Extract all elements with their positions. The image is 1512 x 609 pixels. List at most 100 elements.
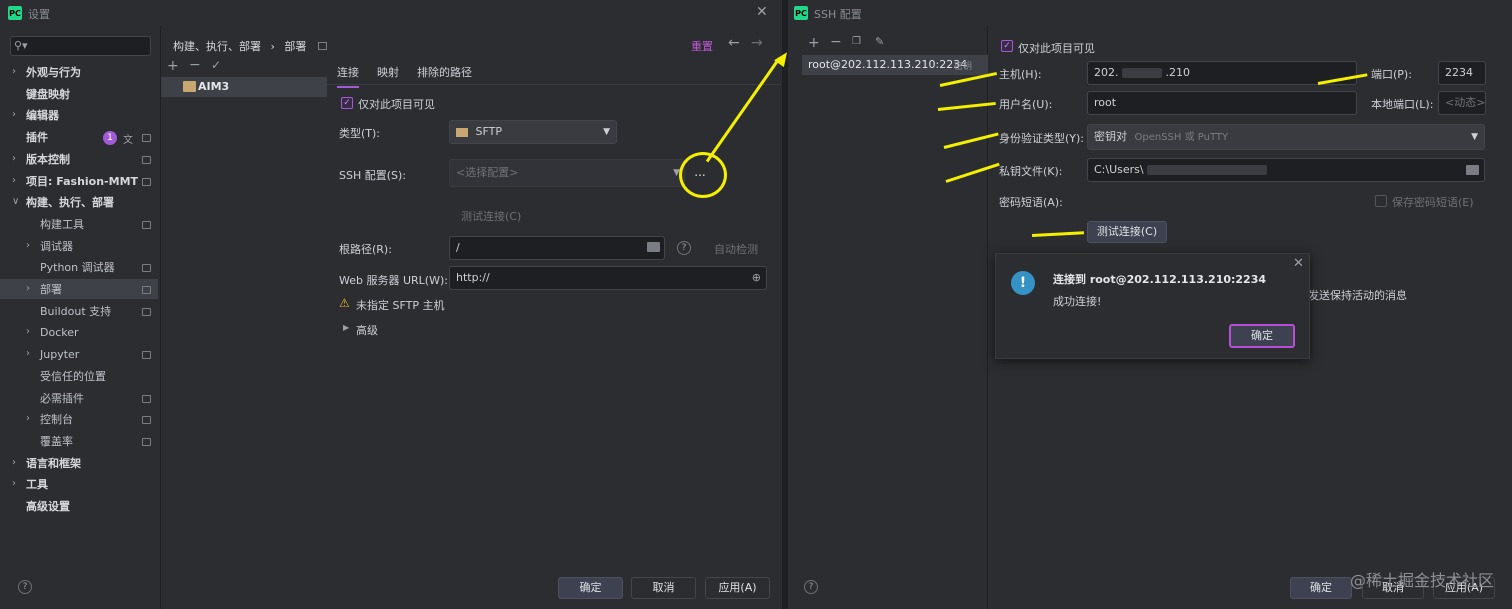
sidebar-item[interactable]: Buildout 支持	[40, 302, 111, 322]
visible-only-checkbox[interactable]: ✓	[341, 97, 353, 109]
breadcrumb-item[interactable]: 部署	[284, 40, 306, 53]
folder-icon[interactable]	[1466, 165, 1479, 175]
ssh-visible-only-label: 仅对此项目可见	[1018, 42, 1095, 55]
type-select-value: SFTP	[475, 125, 502, 138]
host-input[interactable]: 202. .210	[1087, 61, 1357, 85]
sidebar-item[interactable]: 外观与行为	[26, 63, 81, 83]
settings-apply-button[interactable]: 应用(A)	[705, 577, 770, 599]
project-scope-icon	[142, 307, 151, 316]
sidebar-item[interactable]: 版本控制	[26, 150, 70, 170]
chevron-right-icon[interactable]: ›	[26, 240, 30, 251]
chevron-right-icon[interactable]: ›	[12, 478, 16, 489]
save-passphrase-checkbox[interactable]	[1375, 195, 1387, 207]
dialog-ok-button[interactable]: 确定	[1229, 324, 1295, 348]
back-arrow-icon[interactable]: ←	[728, 35, 740, 51]
breadcrumb-item[interactable]: 构建、执行、部署	[173, 40, 261, 53]
web-url-value: http://	[456, 271, 490, 284]
chevron-right-icon[interactable]: ›	[26, 348, 30, 359]
ssh-config-select[interactable]: <选择配置> ▼	[449, 159, 685, 187]
root-path-help-icon[interactable]: ?	[677, 241, 691, 255]
project-scope-icon	[142, 220, 151, 229]
type-select[interactable]: SFTP ▼	[449, 120, 617, 144]
advanced-expand-icon[interactable]: ▶	[343, 323, 349, 332]
ssh-config-list-item[interactable]: root@202.112.113.210:2234 密钥	[802, 55, 988, 75]
annotation-circle	[679, 152, 727, 198]
tab-mappings[interactable]: 映射	[377, 64, 399, 80]
help-icon[interactable]: ?	[804, 580, 818, 594]
ssh-title-bar: PC SSH 配置	[788, 0, 1512, 26]
settings-ok-button[interactable]: 确定	[558, 577, 623, 599]
test-connection-button[interactable]: 测试连接(C)	[461, 208, 521, 224]
sidebar-item[interactable]: 构建工具	[40, 215, 84, 235]
port-input[interactable]: 2234	[1438, 61, 1486, 85]
sidebar-item[interactable]: 必需插件	[40, 389, 84, 409]
chevron-right-icon[interactable]: ›	[12, 457, 16, 468]
reset-link[interactable]: 重置	[691, 38, 713, 54]
ssh-config-item-tag: 密钥	[954, 62, 973, 72]
sidebar-item[interactable]: Docker	[40, 323, 79, 343]
sidebar-item[interactable]: 编辑器	[26, 106, 59, 126]
auth-type-select[interactable]: 密钥对 OpenSSH 或 PuTTY ▼	[1087, 124, 1485, 150]
edit-config-icon[interactable]: ✎	[875, 35, 884, 48]
web-url-input[interactable]: http:// ⊕	[449, 266, 767, 290]
translate-icon: 文	[123, 135, 133, 147]
settings-title: 设置	[28, 8, 50, 21]
advanced-label[interactable]: 高级	[356, 322, 378, 338]
local-port-input[interactable]: <动态>	[1438, 91, 1486, 115]
chevron-right-icon[interactable]: ›	[26, 413, 30, 424]
sidebar-item[interactable]: 插件	[26, 128, 48, 148]
remove-config-icon[interactable]: −	[830, 34, 842, 50]
warning-text: 未指定 SFTP 主机	[356, 299, 445, 312]
add-config-icon[interactable]: +	[808, 35, 820, 51]
ssh-list-panel: + − ❐ ✎ root@202.112.113.210:2234 密钥 ?	[788, 26, 988, 609]
add-server-icon[interactable]: +	[167, 58, 179, 74]
sidebar-item[interactable]: Python 调试器	[40, 258, 115, 278]
key-file-input[interactable]: C:\Users\	[1087, 158, 1485, 182]
remove-server-icon[interactable]: −	[189, 57, 201, 73]
auto-detect-button[interactable]: 自动检测	[714, 241, 758, 257]
warning-icon: ⚠	[339, 296, 350, 310]
sidebar-item[interactable]: 项目: Fashion-MMT	[26, 172, 138, 192]
sidebar-item[interactable]: 控制台	[40, 410, 73, 430]
sidebar-item[interactable]: 工具	[26, 475, 48, 495]
ssh-ok-button[interactable]: 确定	[1290, 577, 1352, 599]
help-icon[interactable]: ?	[18, 580, 32, 594]
dialog-close-icon[interactable]: ✕	[1293, 256, 1304, 271]
settings-title-bar: PC 设置 ✕	[0, 0, 782, 26]
root-path-input[interactable]: /	[449, 236, 665, 260]
forward-arrow-icon[interactable]: →	[751, 35, 763, 51]
chevron-down-icon[interactable]: ∨	[12, 196, 19, 207]
chevron-right-icon[interactable]: ›	[12, 109, 16, 120]
server-list-item[interactable]: AIM3	[161, 77, 327, 97]
folder-icon[interactable]	[647, 242, 660, 252]
chevron-right-icon[interactable]: ›	[26, 283, 30, 294]
sidebar-item[interactable]: 覆盖率	[40, 432, 73, 452]
copy-config-icon[interactable]: ❐	[852, 36, 861, 47]
settings-close-icon[interactable]: ✕	[756, 4, 768, 20]
username-input[interactable]: root	[1087, 91, 1357, 115]
tab-excluded-paths[interactable]: 排除的路径	[417, 64, 472, 80]
chevron-right-icon[interactable]: ›	[26, 326, 30, 337]
sidebar-item[interactable]: 调试器	[40, 237, 73, 257]
chevron-right-icon[interactable]: ›	[12, 175, 16, 186]
sidebar-item[interactable]: Jupyter	[40, 345, 79, 365]
set-default-icon[interactable]: ✓	[211, 58, 221, 72]
sidebar-item[interactable]: 语言和框架	[26, 454, 81, 474]
sidebar-item[interactable]: 高级设置	[26, 497, 70, 517]
settings-window: PC 设置 ✕ ⚲▾ › 外观与行为 键盘映射 › 编辑器 插件 1 文 › 版本控制 › 项目: F…	[0, 0, 782, 609]
sidebar-item[interactable]: 键盘映射	[26, 85, 70, 105]
globe-icon[interactable]: ⊕	[752, 267, 761, 289]
project-scope-icon	[142, 264, 151, 273]
chevron-right-icon[interactable]: ›	[12, 66, 16, 77]
sidebar-item[interactable]: 部署	[40, 280, 62, 300]
ssh-visible-only-checkbox[interactable]: ✓	[1001, 40, 1013, 52]
sidebar-item[interactable]: 受信任的位置	[40, 367, 106, 387]
breadcrumb-separator: ›	[270, 40, 275, 53]
settings-search-input[interactable]: ⚲▾	[10, 36, 151, 56]
sidebar-item[interactable]: 构建、执行、部署	[26, 193, 114, 213]
chevron-right-icon[interactable]: ›	[12, 153, 16, 164]
dialog-title: 连接到 root@202.112.113.210:2234	[1053, 273, 1267, 286]
ssh-test-connection-button[interactable]: 测试连接(C)	[1087, 221, 1167, 243]
project-scope-icon	[142, 286, 151, 294]
settings-cancel-button[interactable]: 取消	[631, 577, 696, 599]
